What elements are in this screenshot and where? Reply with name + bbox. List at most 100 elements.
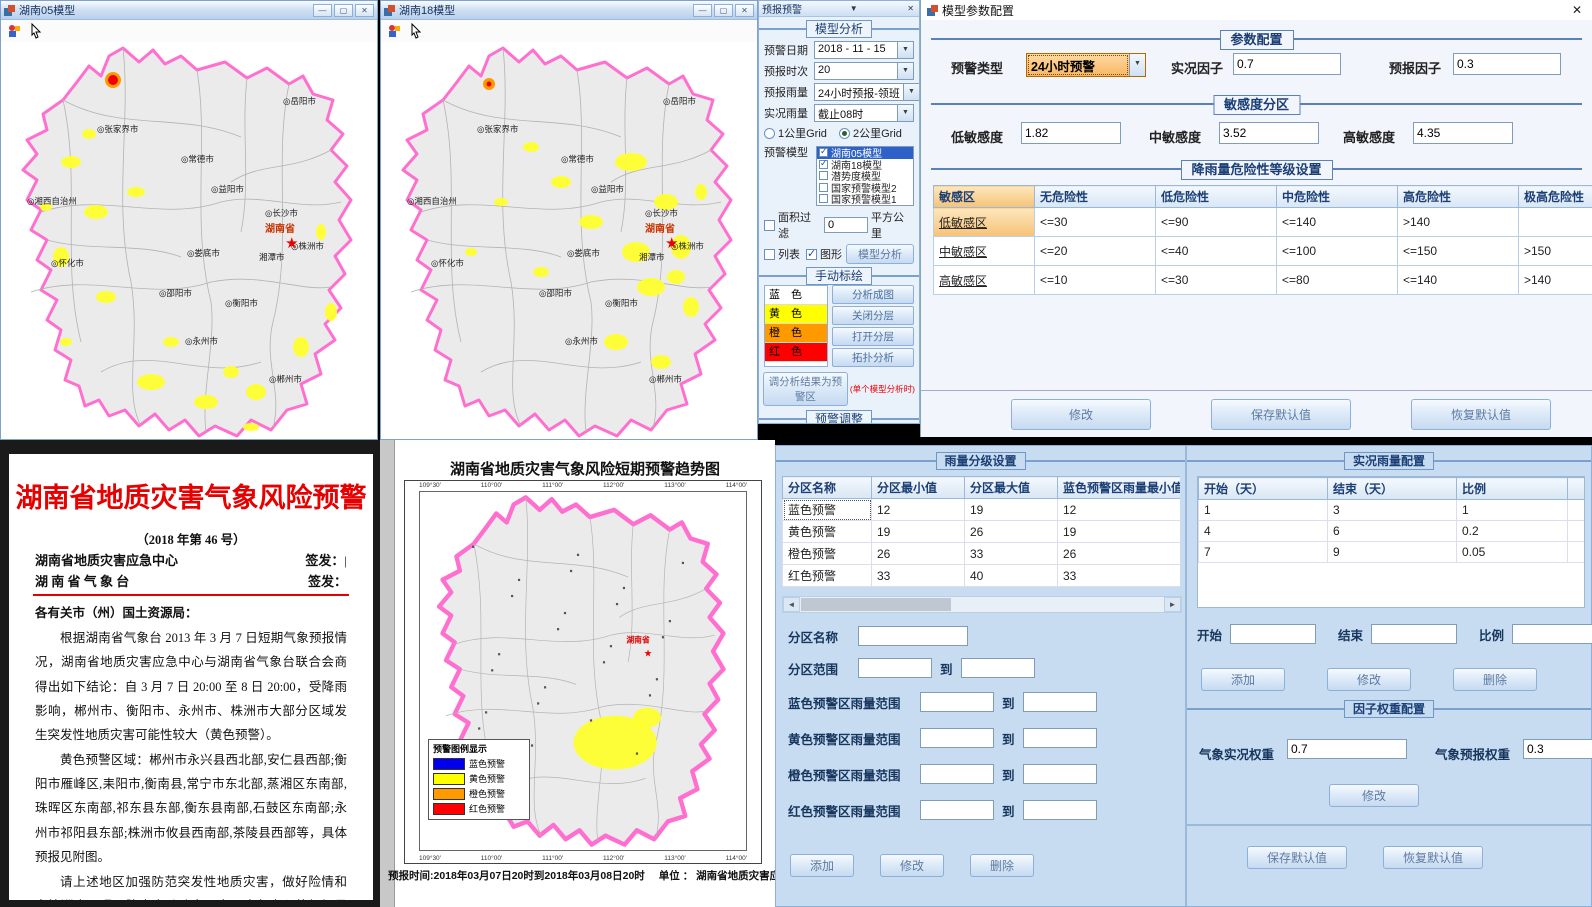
forecast-factor-input[interactable] (1453, 53, 1561, 75)
actual-weight-input[interactable] (1287, 739, 1407, 759)
map-canvas-05[interactable]: ◎岳阳市◎张家界市◎常德市◎益阳市◎湘西自治州◎长沙市◎株洲市湘潭市◎娄底市◎怀… (1, 42, 377, 439)
chevron-down-icon[interactable]: ▼ (897, 105, 913, 121)
color-level-item[interactable]: 蓝 色 (765, 286, 827, 305)
default-value-button[interactable]: 恢复默认值 (1383, 846, 1483, 869)
layers-icon[interactable] (386, 23, 402, 39)
chevron-down-icon[interactable]: ▼ (903, 84, 919, 100)
window-edge-strip[interactable] (380, 440, 395, 907)
form-input[interactable] (1023, 728, 1097, 748)
grid-option[interactable]: 1公里Grid (764, 125, 839, 141)
actual-rain-table[interactable]: 开始（天）结束（天）比例 131 460.2 790.05 (1198, 477, 1585, 563)
table-row[interactable]: 790.05 (1199, 542, 1586, 563)
dialog-button[interactable]: 保存默认值 (1211, 399, 1351, 430)
rain-grading-table[interactable]: 分区名称分区最小值分区最大值蓝色预警区雨量最小值蓝色预警区雨量最大值蓝色预警12… (782, 476, 1180, 587)
table-row[interactable]: 高敏感区<=10<=30<=80<=140>140 (934, 266, 1592, 295)
form-input[interactable] (858, 626, 968, 646)
window-titlebar[interactable]: 湖南18模型 — ▢ ✕ (381, 1, 757, 20)
grading-hscrollbar[interactable]: ◄ ► (782, 596, 1182, 613)
model-analyze-button[interactable]: 模型分析 (846, 244, 914, 264)
model-checkbox[interactable] (819, 148, 828, 157)
weight-modify-button[interactable]: 修改 (1329, 784, 1419, 807)
form-input[interactable] (1023, 800, 1097, 820)
radio-icon[interactable] (839, 128, 850, 139)
manual-plot-button[interactable]: 拓扑分析 (832, 348, 914, 367)
form-input[interactable] (920, 728, 994, 748)
select-cursor-icon[interactable] (28, 23, 44, 39)
chevron-down-icon[interactable]: ▼ (897, 42, 913, 58)
form-input[interactable] (961, 658, 1035, 678)
close-button[interactable]: ✕ (735, 4, 754, 17)
select-cursor-icon[interactable] (408, 23, 424, 39)
forecast-weight-input[interactable] (1523, 739, 1592, 759)
table-row[interactable]: 蓝色预警12191215 (783, 499, 1181, 521)
model-checkbox[interactable] (819, 171, 828, 180)
model-checkbox[interactable] (819, 183, 828, 192)
map-canvas-18[interactable]: ◎岳阳市◎张家界市◎常德市◎益阳市◎湘西自治州◎长沙市◎株洲市湘潭市◎娄底市◎怀… (381, 42, 757, 439)
form-input[interactable] (858, 658, 932, 678)
warning-type-combo[interactable]: 24小时预警 ▼ (1026, 53, 1146, 77)
close-icon[interactable]: ✕ (1568, 3, 1586, 17)
table-row[interactable]: 低敏感区<=30<=90<=140>140 (934, 208, 1592, 237)
form-input[interactable] (1023, 764, 1097, 784)
color-level-item[interactable]: 红 色 (765, 343, 827, 362)
scroll-thumb[interactable] (801, 598, 951, 611)
high-sensitivity-input[interactable] (1413, 122, 1513, 144)
manual-plot-button[interactable]: 关闭分层 (832, 306, 914, 325)
table-row[interactable]: 红色预警33403336 (783, 565, 1181, 587)
minimize-button[interactable]: — (313, 4, 332, 17)
maximize-button[interactable]: ▢ (334, 4, 353, 17)
dialog-titlebar[interactable]: 模型参数配置 ✕ (921, 0, 1592, 20)
field-combo[interactable]: 20▼ (814, 62, 914, 80)
list-checkbox[interactable] (764, 249, 775, 260)
manual-plot-button[interactable]: 分析成图 (832, 285, 914, 304)
grading-button[interactable]: 修改 (880, 854, 944, 877)
grading-button[interactable]: 添加 (790, 854, 854, 877)
chevron-down-icon[interactable]: ▼ (897, 63, 913, 79)
actual-button[interactable]: 删除 (1453, 668, 1537, 691)
color-level-list[interactable]: 蓝 色黄 色橙 色红 色 (764, 285, 828, 367)
grading-button[interactable]: 删除 (970, 854, 1034, 877)
field-combo[interactable]: 24小时预报-领班▼ (814, 83, 920, 101)
table-row[interactable]: 中敏感区<=20<=40<=100<=150>150 (934, 237, 1592, 266)
graph-checkbox[interactable] (806, 249, 817, 260)
hazard-level-table[interactable]: 敏感区无危险性低危险性中危险性高危险性极高危险性低敏感区<=30<=90<=14… (933, 185, 1592, 295)
close-icon[interactable]: ✕ (905, 4, 916, 13)
low-sensitivity-input[interactable] (1021, 122, 1121, 144)
use-analysis-as-warning-button[interactable]: 调分析结果为预警区 (763, 372, 848, 406)
trend-map-canvas[interactable]: 湖南省★ 预警图例显示 蓝色预警黄色预警橙色预警红色预警 (419, 491, 747, 851)
default-value-button[interactable]: 保存默认值 (1247, 846, 1347, 869)
form-input[interactable] (1023, 692, 1097, 712)
dialog-button[interactable]: 修改 (1011, 399, 1151, 430)
form-input[interactable] (920, 764, 994, 784)
form-input[interactable] (920, 800, 994, 820)
form-input[interactable] (1230, 624, 1316, 644)
grid-option[interactable]: 2公里Grid (839, 125, 914, 141)
model-checkbox[interactable] (819, 194, 828, 203)
area-filter-input[interactable] (824, 217, 868, 233)
actual-factor-input[interactable] (1233, 53, 1341, 75)
table-row[interactable]: 黄色预警19261922 (783, 521, 1181, 543)
table-row[interactable]: 131 (1199, 500, 1586, 521)
minimize-button[interactable]: — (693, 4, 712, 17)
maximize-button[interactable]: ▢ (714, 4, 733, 17)
dialog-button[interactable]: 恢复默认值 (1411, 399, 1551, 430)
layers-icon[interactable] (6, 23, 22, 39)
table-row[interactable]: 460.2 (1199, 521, 1586, 542)
mid-sensitivity-input[interactable] (1219, 122, 1319, 144)
window-titlebar[interactable]: 湖南05模型 — ▢ ✕ (1, 1, 377, 20)
form-input[interactable] (1512, 624, 1592, 644)
color-level-item[interactable]: 橙 色 (765, 324, 827, 343)
color-level-item[interactable]: 黄 色 (765, 305, 827, 324)
table-row[interactable]: 橙色预警26332629 (783, 543, 1181, 565)
field-combo[interactable]: 截止08时▼ (814, 104, 914, 122)
form-input[interactable] (920, 692, 994, 712)
scroll-left-arrow[interactable]: ◄ (783, 597, 800, 612)
scroll-right-arrow[interactable]: ► (1164, 597, 1181, 612)
actual-button[interactable]: 修改 (1327, 668, 1411, 691)
tab-model-analysis[interactable]: 模型分析 (806, 20, 872, 38)
actual-button[interactable]: 添加 (1201, 668, 1285, 691)
area-filter-checkbox[interactable] (764, 220, 775, 231)
warning-model-list[interactable]: 湖南05模型湖南18模型潜势度模型国家预警模型2国家预警模型1 (816, 146, 914, 206)
radio-icon[interactable] (764, 128, 775, 139)
model-checkbox[interactable] (819, 160, 828, 169)
